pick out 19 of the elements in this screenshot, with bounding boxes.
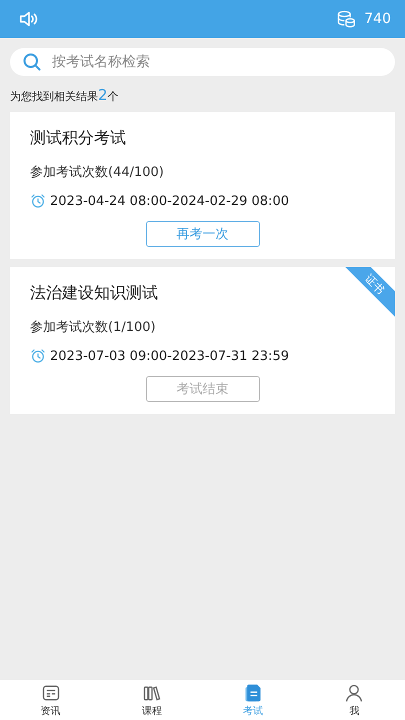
nav-tab[interactable]: 资讯 — [0, 680, 102, 720]
search-field[interactable]: 按考试名称检索 — [10, 48, 395, 76]
exam-title: 法治建设知识测试 — [30, 283, 159, 304]
nav-tab[interactable]: 课程 — [101, 680, 202, 720]
nav-tab[interactable]: 我 — [304, 680, 405, 720]
attempts-text: 参加考试次数(1/100) — [30, 319, 157, 336]
search-icon — [22, 52, 42, 72]
exam-period: 2023-07-03 09:00-2023-07-31 23:59 — [50, 348, 289, 364]
alarm-clock-icon — [30, 193, 46, 209]
result-count-text: 为您找到相关结果2个 — [10, 86, 120, 104]
attempts-text: 参加考试次数(44/100) — [30, 164, 165, 181]
exam-period: 2023-04-24 08:00-2024-02-29 08:00 — [50, 194, 289, 208]
document-icon — [243, 682, 264, 702]
person-icon — [344, 682, 364, 702]
points-count: 740 — [364, 11, 391, 27]
alarm-clock-icon — [30, 348, 46, 364]
news-icon — [40, 682, 61, 702]
exam-title: 测试积分考试 — [30, 128, 127, 149]
coins-icon — [336, 9, 356, 29]
